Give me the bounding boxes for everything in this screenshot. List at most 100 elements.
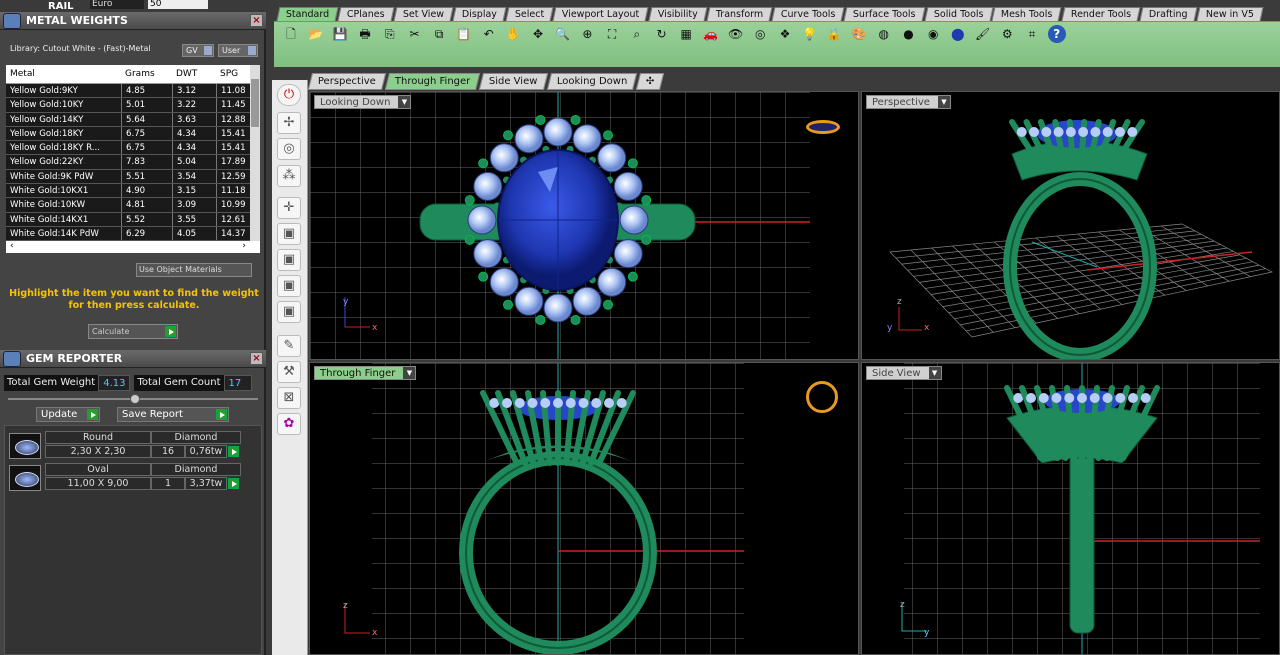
help-icon[interactable]: ? (1047, 25, 1066, 43)
car-icon[interactable]: 🚗 (702, 25, 720, 43)
save-report-button[interactable]: Save Report (117, 407, 229, 422)
ring-thumbnail-icon[interactable] (806, 381, 838, 413)
power-icon[interactable]: ⏻ (277, 84, 301, 106)
metal-table[interactable]: Metal Grams DWT SPG Yellow Gold:9KY 4.85 3… (6, 65, 260, 241)
viewport-through-finger[interactable]: z x Through Finger ▼ (309, 362, 859, 655)
update-button[interactable]: Update (36, 407, 100, 422)
gem-go-icon[interactable] (228, 446, 239, 457)
view-tab-side-view[interactable]: Side View (479, 73, 549, 90)
scroll-left-icon[interactable]: ‹ (10, 241, 14, 251)
table-row[interactable]: Yellow Gold:18KY 6.75 4.34 15.41 (6, 126, 260, 142)
metal-table-hscroll[interactable]: ‹ › (6, 241, 260, 253)
snap-icon[interactable]: ◎ (751, 25, 769, 43)
pen-icon[interactable]: ✎ (277, 335, 301, 357)
rotate-view-icon[interactable]: ↻ (653, 25, 671, 43)
gem-row[interactable]: Round Diamond 2,30 X 2,30 16 0,76tw (9, 431, 245, 461)
viewport-label[interactable]: Through Finger ▼ (314, 366, 417, 380)
tab-display[interactable]: Display (452, 7, 507, 21)
move-icon[interactable]: ✥ (529, 25, 547, 43)
hide-icon[interactable]: 👁 (727, 25, 745, 43)
gem-go-icon[interactable] (228, 478, 239, 489)
pan-hand-icon[interactable]: ✋ (504, 25, 522, 43)
material-icon[interactable]: 🎨 (850, 25, 868, 43)
zoom-icon[interactable]: 🔍 (554, 25, 572, 43)
chevron-down-icon[interactable]: ▼ (928, 367, 941, 379)
col-metal[interactable]: Metal (6, 65, 121, 83)
tab-render-tools[interactable]: Render Tools (1061, 7, 1141, 21)
table-row[interactable]: Yellow Gold:9KY 4.85 3.12 11.08 (6, 84, 260, 99)
layer-icon[interactable]: ❖ (776, 25, 794, 43)
paste-icon[interactable]: 📋 (455, 25, 473, 43)
currency-select[interactable]: Euro (90, 0, 144, 9)
box-front-icon[interactable]: ▣ (277, 249, 301, 271)
dimension-icon[interactable]: ⌗ (1023, 25, 1041, 43)
col-spg[interactable]: SPG (216, 65, 250, 83)
col-grams[interactable]: Grams (121, 65, 172, 83)
box-top-icon[interactable]: ▣ (277, 223, 301, 245)
scroll-right-icon[interactable]: › (242, 241, 246, 251)
table-row[interactable]: White Gold:14K PdW 6.29 4.05 14.37 (6, 226, 260, 241)
zoom-window-icon[interactable]: ⊕ (578, 25, 596, 43)
frame-icon[interactable]: ⊠ (277, 387, 301, 409)
table-row[interactable]: White Gold:14KX1 5.52 3.55 12.61 (6, 212, 260, 227)
stamp-icon[interactable]: ⚒ (277, 361, 301, 383)
tab-set-view[interactable]: Set View (393, 7, 454, 21)
viewport-looking-down[interactable]: y x Looking Down ▼ (309, 91, 859, 360)
brush-icon[interactable]: 🖌 (974, 25, 992, 43)
calculate-button[interactable]: Calculate (88, 324, 178, 339)
table-row[interactable]: Yellow Gold:14KY 5.64 3.63 12.88 (6, 112, 260, 127)
viewport-perspective[interactable]: z y x Perspective ▼ (861, 91, 1280, 360)
col-dwt[interactable]: DWT (172, 65, 216, 83)
light-icon[interactable]: 💡 (801, 25, 819, 43)
open-folder-icon[interactable]: 📂 (307, 25, 325, 43)
table-row[interactable]: White Gold:10KX1 4.90 3.15 11.18 (6, 184, 260, 199)
gem-row[interactable]: Oval Diamond 11,00 X 9,00 1 3,37tw (9, 463, 245, 493)
gear-icon[interactable]: ⚙ (998, 25, 1016, 43)
tab-mesh-tools[interactable]: Mesh Tools (991, 7, 1063, 21)
gv-button[interactable]: GV (182, 44, 214, 57)
viewport-label[interactable]: Looking Down ▼ (314, 95, 412, 109)
grid-icon[interactable]: ▦ (677, 25, 695, 43)
zoom-selected-icon[interactable]: ⌕ (628, 25, 646, 43)
tab-select[interactable]: Select (505, 7, 554, 21)
add-viewport-icon[interactable]: ✣ (636, 73, 665, 90)
view-tab-perspective[interactable]: Perspective (307, 73, 387, 90)
view-tab-looking-down[interactable]: Looking Down (546, 73, 638, 90)
tab-visibility[interactable]: Visibility (648, 7, 708, 21)
table-row[interactable]: Yellow Gold:18KY R... 6.75 4.34 15.41 (6, 141, 260, 156)
copy-icon[interactable]: ⧉ (430, 25, 448, 43)
zoom-extents-icon[interactable]: ⛶ (603, 25, 621, 43)
color-wheel-icon[interactable]: ◍ (875, 25, 893, 43)
cut-icon[interactable]: ✂ (406, 25, 424, 43)
import-icon[interactable]: ⎘ (381, 25, 399, 43)
viewport-label[interactable]: Perspective ▼ (866, 95, 951, 109)
network-icon[interactable]: ⁂ (277, 165, 301, 187)
undo-icon[interactable]: ↶ (480, 25, 498, 43)
chevron-down-icon[interactable]: ▼ (403, 367, 416, 379)
chevron-down-icon[interactable]: ▼ (398, 96, 411, 108)
gumball-icon[interactable]: ✛ (277, 197, 301, 219)
gem-slider[interactable] (8, 394, 258, 404)
box-persp-icon[interactable]: ▣ (277, 301, 301, 323)
tab-viewport-layout[interactable]: Viewport Layout (552, 7, 650, 21)
gear-icon[interactable]: ✿ (277, 413, 301, 435)
new-file-icon[interactable]: 🗋 (282, 25, 300, 43)
tab-standard[interactable]: Standard (276, 7, 339, 21)
close-icon[interactable]: × (250, 14, 263, 27)
quantity-field[interactable]: 50 (148, 0, 208, 9)
viewport-label[interactable]: Side View ▼ (866, 366, 942, 380)
table-row[interactable]: Yellow Gold:22KY 7.83 5.04 17.89 (6, 155, 260, 170)
tab-transform[interactable]: Transform (706, 7, 773, 21)
tab-new-in-v5[interactable]: New in V5 (1196, 7, 1264, 21)
viewport-side-view[interactable]: z y Side View ▼ (861, 362, 1280, 655)
slider-handle[interactable] (130, 394, 140, 404)
sphere-shade-icon[interactable]: ● (900, 25, 918, 43)
scroll-thumb[interactable] (251, 79, 259, 127)
user-button[interactable]: User (218, 44, 258, 57)
table-row[interactable]: White Gold:10KW 4.81 3.09 10.99 (6, 198, 260, 213)
tab-drafting[interactable]: Drafting (1139, 7, 1198, 21)
save-icon[interactable]: 💾 (331, 25, 349, 43)
chevron-down-icon[interactable]: ▼ (937, 96, 950, 108)
table-row[interactable]: Yellow Gold:10KY 5.01 3.22 11.45 (6, 98, 260, 113)
print-icon[interactable]: 🖶 (356, 25, 374, 43)
